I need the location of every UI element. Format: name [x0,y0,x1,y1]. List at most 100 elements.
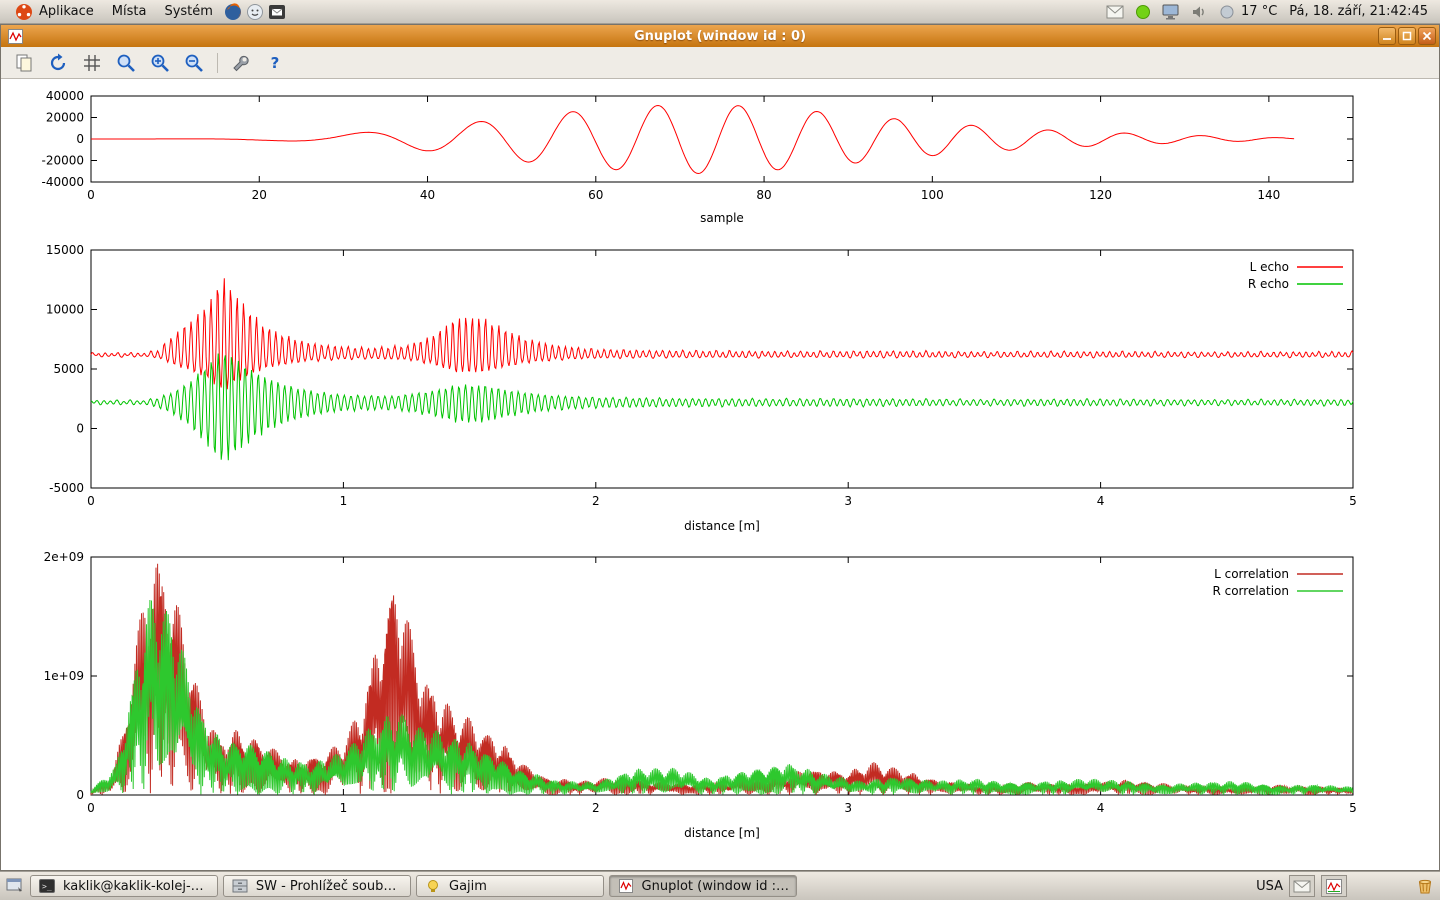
y-tick-label: 5000 [53,362,84,376]
x-tick-label: 0 [87,494,95,508]
y-tick-label: 15000 [46,243,84,257]
plot-canvas[interactable]: 020406080100120140-40000-200000200004000… [1,79,1439,870]
clock-applet[interactable]: Pá, 18. září, 21:42:45 [1285,4,1432,19]
tray-mail-box[interactable] [1289,875,1315,897]
taskbar-item-gajim[interactable]: Gajim [416,875,604,897]
x-tick-label: 1 [340,801,348,815]
help-button[interactable]: ? [262,50,288,76]
close-button[interactable] [1418,27,1436,45]
y-tick-label: 40000 [46,89,84,103]
zoom-out-button[interactable] [181,50,207,76]
svg-text:>_: >_ [42,882,52,891]
x-tick-label: 2 [592,494,600,508]
toolbar-separator [217,53,218,73]
gnuplot-icon [616,876,636,896]
zoom-button[interactable] [113,50,139,76]
trash-icon[interactable] [1415,876,1435,896]
taskbar-item-terminal[interactable]: >_ kaklik@kaklik-kolej-u... [30,875,218,897]
taskbar-item-label: Gajim [449,879,487,894]
show-desktop-icon[interactable] [5,876,25,896]
toggle-grid-button[interactable] [79,50,105,76]
taskbar-item-file-browser[interactable]: SW - Prohlížeč souborů [223,875,411,897]
titlebar[interactable]: Gnuplot (window id : 0) [1,25,1439,47]
menu-applications-label: Aplikace [39,4,94,19]
x-tick-label: 80 [756,188,771,202]
mail-terminal-icon[interactable] [267,2,287,22]
copy-to-clipboard-button[interactable] [11,50,37,76]
ubuntu-logo-icon [14,2,34,22]
plot-icon [1326,879,1342,894]
x-tick-label: 3 [844,801,852,815]
l-correlation-series [91,564,1353,795]
x-tick-label: 4 [1097,801,1105,815]
y-tick-label: -5000 [49,481,84,495]
window-title: Gnuplot (window id : 0) [1,29,1439,44]
keyboard-layout-indicator[interactable]: USA [1256,879,1283,894]
maximize-button[interactable] [1398,27,1416,45]
y-tick-label: -20000 [41,154,84,168]
plot-border [91,557,1353,795]
x-tick-label: 3 [844,494,852,508]
terminal-icon: >_ [37,876,57,896]
x-axis-label: distance [m] [684,519,760,533]
menu-applications[interactable]: Aplikace [6,0,102,24]
x-tick-label: 0 [87,188,95,202]
minimize-button[interactable] [1378,27,1396,45]
replot-button[interactable] [45,50,71,76]
configure-button[interactable] [228,50,254,76]
r-correlation-series [91,600,1353,795]
x-tick-label: 0 [87,801,95,815]
menu-places-label: Místa [112,4,147,19]
x-tick-label: 4 [1097,494,1105,508]
firefox-icon[interactable] [223,2,243,22]
x-tick-label: 120 [1089,188,1112,202]
y-tick-label: 1e+09 [44,669,84,683]
display-icon[interactable] [1161,2,1181,22]
window-controls [1378,27,1436,45]
x-tick-label: 60 [588,188,603,202]
presence-icon[interactable] [1133,2,1153,22]
face-icon[interactable] [245,2,265,22]
weather-temp: 17 °C [1241,4,1277,19]
signal-series [91,106,1294,174]
y-tick-label: 20000 [46,111,84,125]
gajim-icon [423,876,443,896]
taskbar-tray: USA [1256,875,1435,897]
legend-label: R echo [1248,277,1289,291]
menu-system[interactable]: Systém [156,2,220,21]
weather-icon [1217,2,1237,22]
x-axis-label: distance [m] [684,826,760,840]
y-tick-label: 10000 [46,303,84,317]
x-tick-label: 40 [420,188,435,202]
y-tick-label: -40000 [41,175,84,189]
x-tick-label: 100 [921,188,944,202]
y-tick-label: 0 [76,132,84,146]
taskbar-item-label: Gnuplot (window id : 0) [642,879,790,894]
panel-tray: 17 °C Pá, 18. září, 21:42:45 [1105,2,1434,22]
weather-applet[interactable]: 17 °C [1217,2,1277,22]
legend-label: L correlation [1214,567,1289,581]
plot-area[interactable]: 020406080100120140-40000-200000200004000… [1,79,1439,870]
tray-plot-box[interactable] [1321,875,1347,897]
top-panel: Aplikace Místa Systém 17 °C [0,0,1440,24]
gnuplot-toolbar: ? [1,47,1439,79]
x-tick-label: 5 [1349,494,1357,508]
y-tick-label: 0 [76,422,84,436]
x-tick-label: 2 [592,801,600,815]
x-tick-label: 1 [340,494,348,508]
menu-places[interactable]: Místa [104,2,155,21]
mail-icon[interactable] [1105,2,1125,22]
legend-label: L echo [1250,260,1289,274]
plot-border [91,96,1353,182]
x-tick-label: 20 [252,188,267,202]
zoom-in-button[interactable] [147,50,173,76]
taskbar-item-gnuplot[interactable]: Gnuplot (window id : 0) [609,875,797,897]
volume-icon[interactable] [1189,2,1209,22]
file-manager-icon [230,876,250,896]
taskbar-item-label: kaklik@kaklik-kolej-u... [63,879,211,894]
r-echo-series [91,354,1353,461]
l-echo-series [91,278,1353,389]
plot-border [91,250,1353,488]
gnuplot-window-icon [5,26,25,46]
taskbar-item-label: SW - Prohlížeč souborů [256,879,404,894]
